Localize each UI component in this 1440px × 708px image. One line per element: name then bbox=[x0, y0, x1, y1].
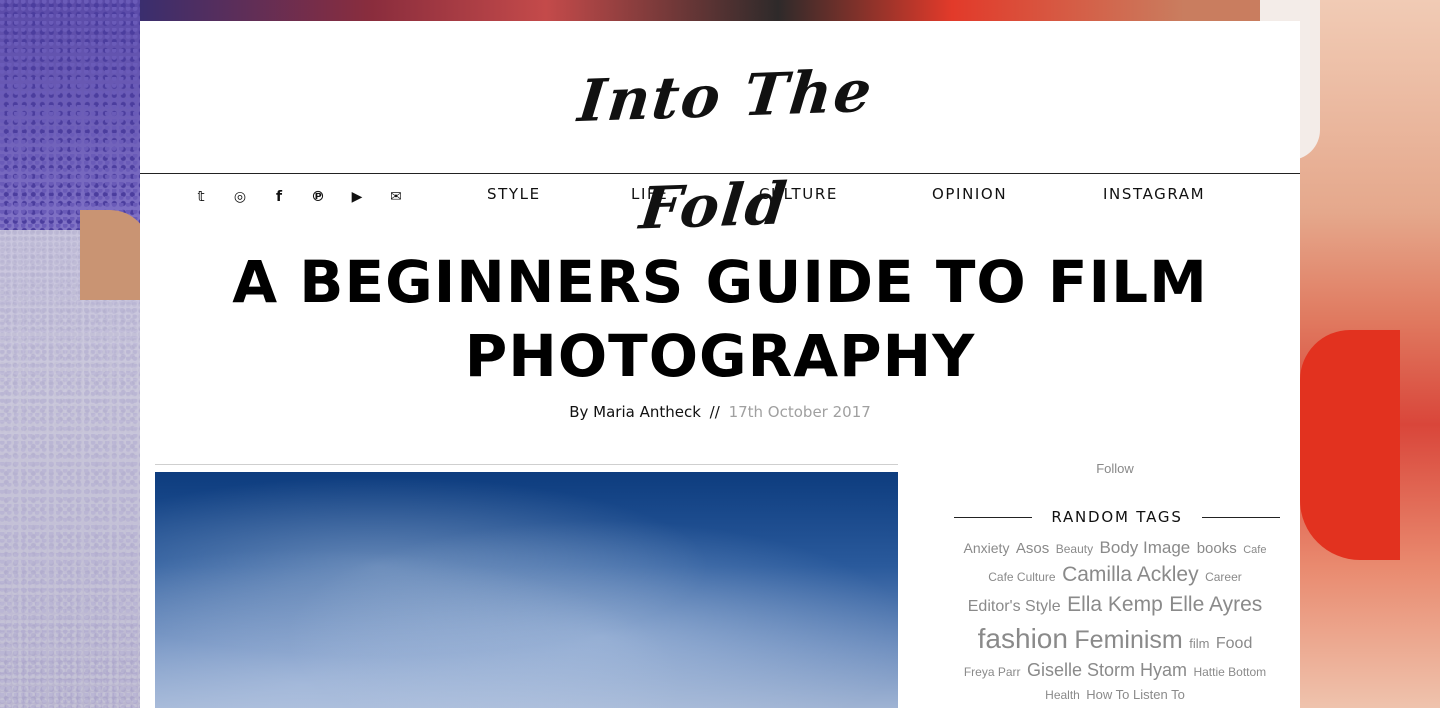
background-left-texture bbox=[0, 230, 140, 708]
tag-link[interactable]: film bbox=[1189, 636, 1209, 651]
nav-item-style[interactable]: STYLE bbox=[487, 185, 541, 203]
nav-item-instagram[interactable]: INSTAGRAM bbox=[1103, 185, 1205, 203]
follow-link[interactable]: Follow bbox=[950, 461, 1280, 476]
random-tags-heading: RANDOM TAGS bbox=[954, 508, 1280, 528]
header-divider bbox=[140, 173, 1300, 174]
tag-link[interactable]: Cafe bbox=[1243, 544, 1266, 556]
tag-link[interactable]: Body Image bbox=[1100, 538, 1191, 557]
tag-link[interactable]: Editor's Style bbox=[968, 598, 1061, 615]
tag-link[interactable]: books bbox=[1197, 540, 1237, 557]
random-tags-title: RANDOM TAGS bbox=[1051, 508, 1183, 526]
heading-rule-right bbox=[1202, 517, 1280, 518]
tag-link[interactable]: Giselle Storm Hyam bbox=[1027, 660, 1187, 680]
author-link[interactable]: By Maria Antheck bbox=[569, 403, 701, 421]
article-title: A BEGINNERS GUIDE TO FILM PHOTOGRAPHY bbox=[232, 248, 1208, 390]
heading-rule-left bbox=[954, 517, 1032, 518]
tag-link[interactable]: Food bbox=[1216, 635, 1252, 652]
tag-link[interactable]: Ella Kemp bbox=[1067, 593, 1163, 616]
tag-link[interactable]: Camilla Ackley bbox=[1062, 563, 1199, 586]
tag-link[interactable]: Beauty bbox=[1056, 542, 1093, 556]
background-right-red bbox=[1300, 330, 1400, 560]
tag-link[interactable]: Feminism bbox=[1074, 626, 1182, 654]
byline-separator: // bbox=[709, 403, 720, 421]
nav-item-culture[interactable]: CULTURE bbox=[759, 185, 838, 203]
main-nav: STYLE LIFE CULTURE OPINION INSTAGRAM bbox=[140, 185, 1300, 209]
site-logo-text: Into The Fold bbox=[574, 56, 877, 243]
nav-item-opinion[interactable]: OPINION bbox=[932, 185, 1007, 203]
tag-link[interactable]: Anxiety bbox=[964, 540, 1010, 556]
tag-link[interactable]: Career bbox=[1205, 570, 1242, 584]
tag-link[interactable]: Freya Parr bbox=[964, 665, 1021, 679]
tag-link[interactable]: Health bbox=[1045, 688, 1080, 702]
tag-link[interactable]: Asos bbox=[1016, 540, 1049, 557]
tag-link[interactable]: Cafe Culture bbox=[988, 570, 1055, 584]
tag-link[interactable]: How To Listen To bbox=[1086, 687, 1185, 702]
content-divider bbox=[155, 464, 898, 465]
page-container: Into The Fold 𝕥 ◎ f ℗ ▶ ✉ STYLE LIFE CULTURE … bbox=[140, 21, 1300, 708]
nav-item-life[interactable]: LIFE bbox=[631, 185, 668, 203]
tag-link[interactable]: fashion bbox=[978, 623, 1068, 654]
article-date: 17th October 2017 bbox=[728, 403, 871, 421]
tag-cloud: Anxiety Asos Beauty Body Image books Caf… bbox=[950, 536, 1280, 706]
article-byline: By Maria Antheck // 17th October 2017 bbox=[140, 403, 1300, 421]
site-logo[interactable]: Into The Fold bbox=[570, 41, 877, 243]
tag-link[interactable]: Hattie Bottom bbox=[1193, 665, 1266, 679]
tag-link[interactable]: Elle Ayres bbox=[1169, 593, 1262, 616]
article-hero-image bbox=[155, 472, 898, 708]
